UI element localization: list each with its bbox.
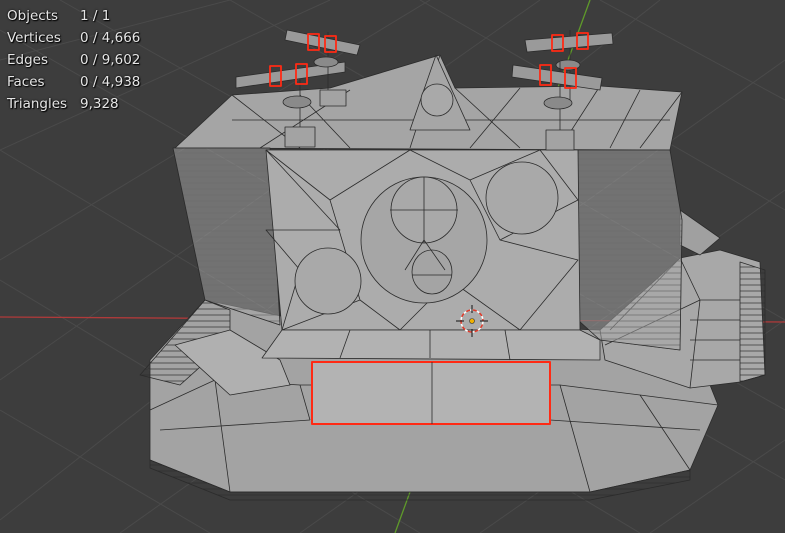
3d-viewport[interactable] [0,0,785,533]
panel-shelf [261,329,601,361]
mesh-object[interactable] [139,29,766,501]
selected-door[interactable] [311,361,551,425]
